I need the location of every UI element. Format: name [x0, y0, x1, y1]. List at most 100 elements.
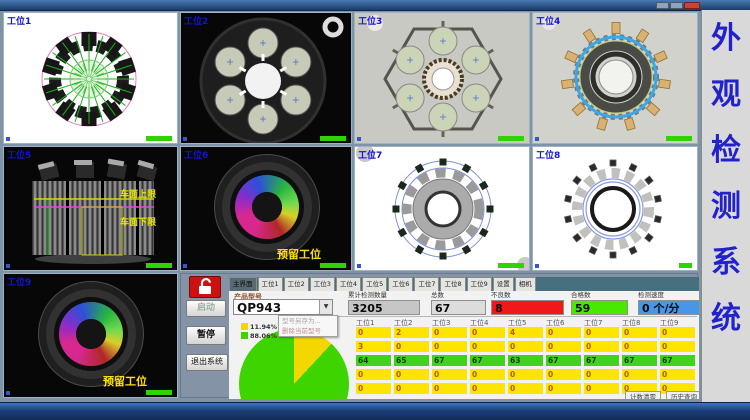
lower-limit-label: 车面下限: [120, 216, 157, 228]
start-button[interactable]: 启动: [186, 300, 226, 317]
tab-相机[interactable]: 相机: [515, 277, 536, 291]
tab-工位5[interactable]: 工位5: [362, 277, 387, 291]
progress-bar: [666, 136, 692, 141]
table-cell: 0: [622, 369, 657, 380]
table-cell: 67: [432, 355, 467, 366]
close-button[interactable]: [684, 2, 700, 9]
table-cell: 63: [508, 355, 543, 366]
inspection-image-side-profile: 车面上限 车面下限: [4, 147, 177, 270]
camera-view-station1: 工位1: [3, 12, 178, 144]
tab-工位1[interactable]: 工位1: [258, 277, 283, 291]
menu-item[interactable]: 型号另存为...: [279, 316, 337, 326]
open-lock-icon: [190, 277, 220, 297]
panel-label: 工位9: [7, 275, 31, 288]
inspection-image-commutator-top: [533, 13, 697, 143]
tab-工位9[interactable]: 工位9: [467, 277, 492, 291]
corner-mark: [535, 264, 539, 268]
tab-设置[interactable]: 设置: [493, 277, 514, 291]
tab-工位3[interactable]: 工位3: [310, 277, 335, 291]
app-title-sidebar: 外观检测系统: [701, 10, 750, 402]
camera-view-station2: 工位2: [180, 12, 352, 144]
table-cell: 0: [546, 341, 581, 352]
table-cell: 0: [622, 341, 657, 352]
table-cell: 3: [356, 341, 391, 352]
legend-row: 11.94%: [241, 322, 277, 331]
minimize-button[interactable]: [656, 2, 669, 9]
table-cell: 65: [394, 355, 429, 366]
legend-row: 88.06%: [241, 331, 277, 340]
table-cell: 0: [660, 341, 695, 352]
camera-lens-image: [59, 302, 123, 366]
table-cell: 4: [508, 327, 543, 338]
footer-button-2[interactable]: 历史查询: [666, 391, 699, 399]
app-title-char-6: 统: [711, 304, 741, 334]
corner-mark: [183, 264, 187, 268]
tab-工位4[interactable]: 工位4: [336, 277, 361, 291]
table-cell: 0: [508, 369, 543, 380]
reserved-station-label: 预留工位: [277, 246, 321, 262]
panel-label: 工位4: [536, 14, 560, 27]
table-cell: 67: [470, 355, 505, 366]
table-cell: 0: [584, 383, 619, 394]
pause-button[interactable]: 暂停: [186, 326, 226, 345]
table-cell: 0: [660, 327, 695, 338]
table-cell: 0: [470, 383, 505, 394]
table-cell: 0: [508, 383, 543, 394]
tab-工位2[interactable]: 工位2: [284, 277, 309, 291]
exit-system-button[interactable]: 退出系统: [186, 354, 228, 371]
corner-mark: [357, 137, 361, 141]
corner-mark: [357, 264, 361, 268]
camera-view-station4: 工位4: [532, 12, 698, 144]
table-cell: 0: [584, 341, 619, 352]
table-cell: 0: [508, 341, 543, 352]
inspection-image-gear-light: [533, 147, 697, 270]
table-cell: 0: [394, 341, 429, 352]
inspection-image-hex-fixture: [355, 13, 529, 143]
table-cell: 0: [470, 327, 505, 338]
table-cell: 0: [622, 327, 657, 338]
table-cell: 67: [584, 355, 619, 366]
table-cell: 0: [356, 369, 391, 380]
table-cell: 0: [584, 369, 619, 380]
app-title-char-2: 观: [711, 80, 741, 110]
tab-工位8[interactable]: 工位8: [440, 277, 465, 291]
legend-swatch: [241, 323, 248, 330]
table-cell: 0: [432, 369, 467, 380]
tab-工位7[interactable]: 工位7: [414, 277, 439, 291]
table-cell: 0: [432, 383, 467, 394]
table-cell: 0: [394, 383, 429, 394]
progress-bar: [498, 263, 524, 268]
table-cell: 67: [660, 355, 695, 366]
pie-legend: 11.94%88.06%: [241, 322, 277, 340]
progress-bar: [679, 263, 692, 268]
tab-工位6[interactable]: 工位6: [388, 277, 413, 291]
panel-label: 工位7: [358, 148, 382, 161]
table-cell: 2: [394, 327, 429, 338]
camera-view-station3: 工位3: [354, 12, 530, 144]
progress-bar: [146, 263, 172, 268]
inspection-image-lens-ring: [181, 13, 351, 143]
panel-label: 工位8: [536, 148, 560, 161]
unlock-button[interactable]: [189, 276, 221, 298]
corner-mark: [183, 137, 187, 141]
table-cell: 0: [394, 369, 429, 380]
maximize-button[interactable]: [670, 2, 683, 9]
inspection-image-gear-markers: [355, 147, 529, 270]
table-cell: 0: [356, 327, 391, 338]
app-title-char-4: 测: [711, 192, 741, 222]
camera-view-station6: 工位6 预留工位: [180, 146, 352, 271]
tab-主界面[interactable]: 主界面: [229, 277, 257, 291]
menu-item[interactable]: 删除当前型号: [279, 326, 337, 336]
progress-bar: [146, 136, 172, 141]
footer-button-1[interactable]: 计数清零: [625, 391, 661, 399]
table-cell: 67: [546, 355, 581, 366]
corner-mark: [6, 391, 10, 395]
table-cell: 0: [546, 369, 581, 380]
inspection-image-gear-measure: [4, 13, 177, 143]
tab-strip: 主界面工位1工位2工位3工位4工位5工位6工位7工位8工位9设置相机: [229, 277, 699, 291]
table-cell: 0: [432, 327, 467, 338]
window-titlebar: [0, 0, 750, 11]
table-cell: 0: [546, 383, 581, 394]
panel-label: 工位5: [7, 148, 31, 161]
table-cell: 67: [622, 355, 657, 366]
